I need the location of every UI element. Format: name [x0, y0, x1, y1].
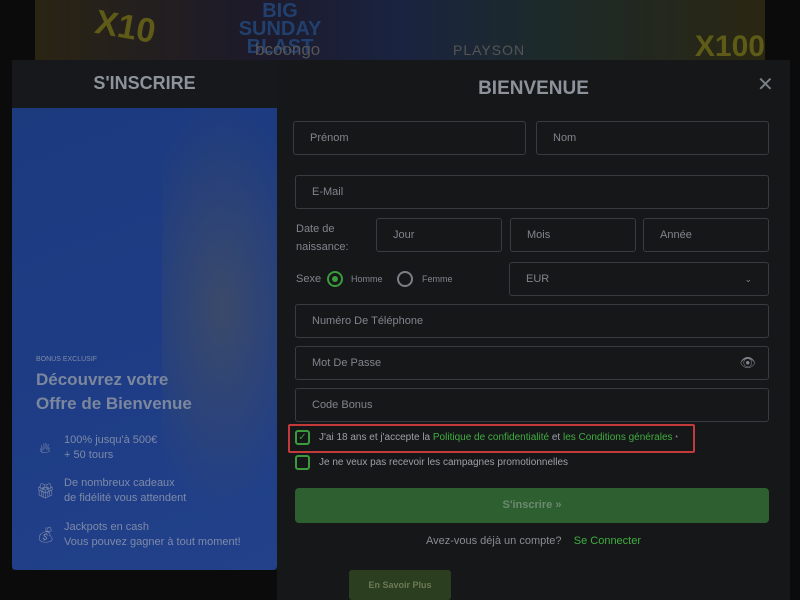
month-input[interactable]: [510, 218, 636, 252]
password-placeholder: Mot De Passe: [312, 357, 382, 369]
gift-icon: 🎁︎: [36, 482, 56, 500]
day-input[interactable]: [376, 218, 502, 252]
provider-logo-booongo: bcoongo: [255, 40, 321, 59]
radio-female[interactable]: [397, 271, 413, 287]
learn-more-button: En Savoir Plus: [349, 570, 451, 600]
money-bag-icon: 💰︎: [36, 526, 56, 544]
headline-line-2: Offre de Bienvenue: [36, 394, 192, 413]
dob-label: Date de naissance:: [296, 220, 349, 256]
terms-text: J'ai 18 ans et j'accepte la Politique de…: [319, 432, 678, 443]
offer-headline: Découvrez votre Offre de Bienvenue: [36, 368, 192, 416]
feature-bonus: 🔥︎ 100% jusqu'à 500€ + 50 tours: [36, 433, 157, 463]
multiplier-left: X10: [92, 3, 159, 51]
has-account-text: Avez-vous déjà un compte?: [425, 535, 562, 547]
phone-input[interactable]: [295, 304, 769, 338]
check-icon: ✓: [298, 432, 307, 443]
tab-signup[interactable]: S'INSCRIRE: [12, 60, 277, 108]
signup-label: S'inscrire: [502, 499, 553, 511]
multiplier-right: X100: [694, 30, 765, 60]
email-input[interactable]: [295, 175, 769, 209]
provider-logo-playson: PLAYSON: [453, 42, 526, 58]
terms-pre: J'ai 18 ans et j'accepte la: [319, 432, 431, 443]
headline-line-1: Découvrez votre: [36, 370, 169, 389]
terms-and: et: [551, 432, 561, 443]
double-chevron-right-icon: »: [555, 499, 562, 511]
sex-label: Sexe: [296, 273, 322, 285]
terms-conditions-link[interactable]: les Conditions générales: [563, 432, 673, 443]
close-icon[interactable]: ✕: [757, 72, 774, 97]
currency-select[interactable]: EUR ⌄: [509, 262, 769, 296]
bonus-code-input[interactable]: [295, 388, 769, 422]
password-input[interactable]: Mot De Passe 👁︎: [295, 346, 769, 380]
eye-icon[interactable]: 👁︎: [739, 347, 756, 379]
login-link[interactable]: Se Connecter: [574, 535, 641, 547]
promo-banner: X10 BIG SUNDAY BLAST bcoongo PLAYSON X100: [35, 0, 765, 60]
feature-line: 100% jusqu'à 500€: [64, 434, 158, 446]
year-input[interactable]: [643, 218, 769, 252]
feature-line: de fidélité vous attendent: [64, 492, 187, 504]
male-label: Homme: [351, 274, 383, 284]
welcome-offer-card: BONUS EXCLUSIF Découvrez votre Offre de B…: [12, 108, 277, 570]
female-label: Femme: [422, 274, 453, 284]
bonus-label: BONUS EXCLUSIF: [36, 356, 98, 363]
feature-line: Vous pouvez gagner à tout moment!: [64, 536, 241, 548]
currency-value: EUR: [526, 273, 550, 285]
privacy-policy-link[interactable]: Politique de confidentialité: [433, 432, 549, 443]
signup-button[interactable]: S'inscrire »: [295, 488, 769, 523]
feature-line: De nombreux cadeaux: [64, 477, 175, 489]
feature-line: + 50 tours: [64, 449, 114, 461]
feature-line: Jackpots en cash: [64, 521, 149, 533]
feature-jackpots: 💰︎ Jackpots en cash Vous pouvez gagner à t…: [36, 520, 241, 550]
dob-label-1: Date de: [296, 223, 335, 235]
dob-label-2: naissance:: [296, 241, 349, 253]
signup-side-panel: S'INSCRIRE BONUS EXCLUSIF Découvrez votr…: [12, 60, 277, 570]
terms-checkbox[interactable]: ✓: [295, 430, 310, 445]
promo-optout-text: Je ne veux pas recevoir les campagnes pr…: [319, 457, 569, 468]
chevron-down-icon: ⌄: [744, 274, 752, 284]
first-name-input[interactable]: [293, 121, 526, 155]
last-name-input[interactable]: [536, 121, 769, 155]
feature-loyalty: 🎁︎ De nombreux cadeaux de fidélité vous at…: [36, 476, 186, 506]
promo-optout-checkbox[interactable]: [295, 455, 310, 470]
leprechaun-illustration: [162, 108, 277, 518]
fire-icon: 🔥︎: [39, 439, 51, 457]
signup-form-panel: BIENVENUE ✕ Date de naissance: Sexe Homme…: [277, 60, 790, 600]
radio-male[interactable]: [327, 271, 343, 287]
form-title: BIENVENUE: [478, 78, 589, 99]
login-prompt: Avez-vous déjà un compte? Se Connecter: [277, 535, 790, 547]
required-mark: *: [675, 435, 679, 442]
